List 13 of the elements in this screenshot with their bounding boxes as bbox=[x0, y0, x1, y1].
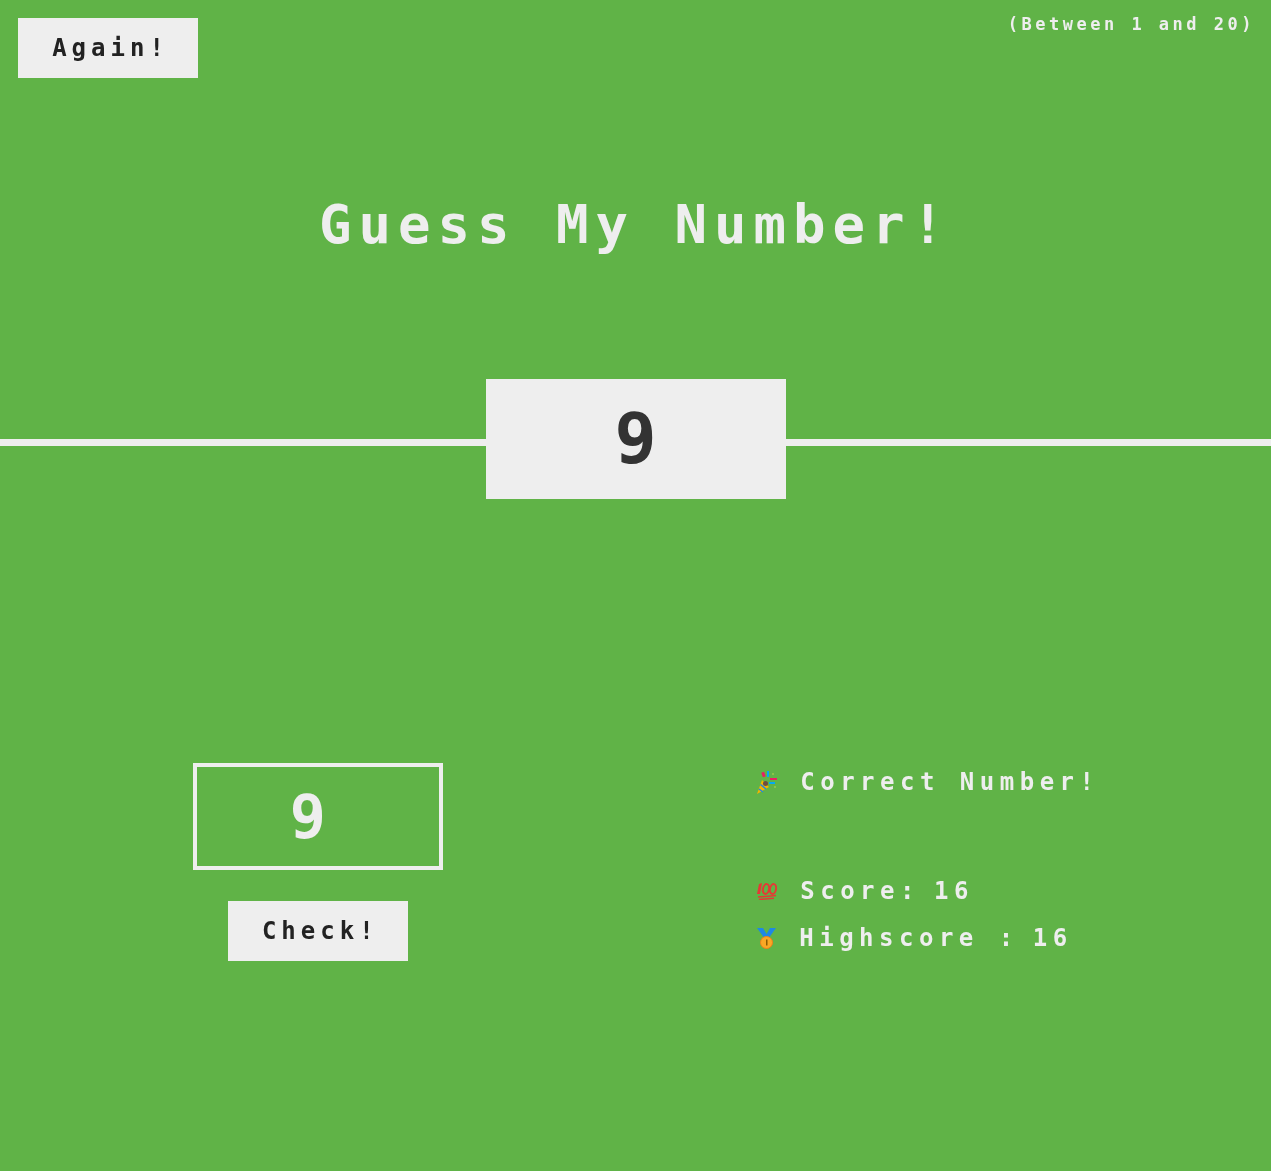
page-title: Guess My Number! bbox=[317, 195, 953, 255]
medal-icon bbox=[757, 927, 777, 949]
score-label: Score: bbox=[800, 876, 920, 906]
secret-number: 9 bbox=[485, 379, 786, 499]
party-popper-icon bbox=[757, 770, 778, 794]
range-hint: (Between 1 and 20) bbox=[1007, 14, 1255, 34]
score-value: 16 bbox=[933, 876, 974, 906]
result-message: Correct Number! bbox=[800, 767, 1100, 797]
highscore-label: Highscore : bbox=[799, 923, 1019, 953]
check-button[interactable]: Check! bbox=[227, 901, 408, 961]
again-button[interactable]: Again! bbox=[18, 18, 198, 78]
highscore-value: 16 bbox=[1032, 923, 1073, 953]
hundred-points-icon bbox=[757, 882, 778, 900]
